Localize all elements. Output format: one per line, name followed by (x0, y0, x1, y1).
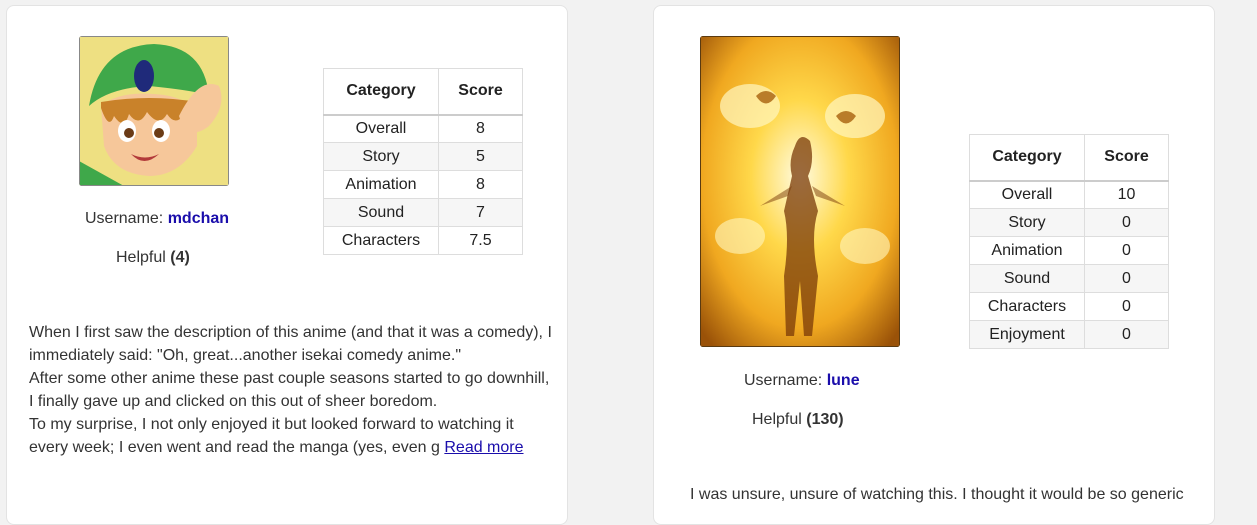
score-cell: 8 (438, 114, 523, 143)
table-row: Sound 0 (969, 264, 1169, 293)
helpful-count[interactable]: Helpful (4) (116, 249, 190, 267)
review-body: I was unsure, unsure of watching this. I… (690, 483, 1205, 506)
review-line-last: every week; I even went and read the man… (29, 436, 559, 459)
category-cell: Overall (323, 114, 439, 143)
review-line: I was unsure, unsure of watching this. I… (690, 486, 1184, 503)
review-card-2: Username: lune Helpful (130) Category Sc… (653, 5, 1215, 525)
user-avatar[interactable] (79, 36, 229, 186)
column-header-category: Category (323, 68, 439, 115)
table-row: Enjoyment 0 (969, 320, 1169, 349)
review-line: immediately said: "Oh, great...another i… (29, 347, 461, 364)
category-cell: Sound (969, 264, 1085, 293)
category-cell: Enjoyment (969, 320, 1085, 349)
table-row: Story 0 (969, 208, 1169, 237)
helpful-label: Helpful (116, 249, 166, 266)
username-link[interactable]: mdchan (168, 210, 229, 227)
score-cell: 10 (1084, 180, 1169, 209)
category-cell: Characters (969, 292, 1085, 321)
score-cell: 0 (1084, 264, 1169, 293)
anime-avatar-glowing-figure-icon (700, 36, 900, 347)
review-line: When I first saw the description of this… (29, 324, 552, 341)
table-row: Overall 8 (323, 114, 523, 143)
score-cell: 0 (1084, 208, 1169, 237)
score-cell: 0 (1084, 320, 1169, 349)
score-cell: 0 (1084, 292, 1169, 321)
review-body: When I first saw the description of this… (29, 321, 559, 459)
score-cell: 7 (438, 198, 523, 227)
anime-avatar-green-hat-boy-icon (79, 36, 229, 186)
username-line: Username: lune (744, 372, 860, 390)
username-label: Username: (744, 372, 823, 389)
username-link[interactable]: lune (827, 372, 860, 389)
helpful-number: (4) (170, 249, 190, 266)
table-row: Animation 8 (323, 170, 523, 199)
column-header-category: Category (969, 134, 1085, 181)
helpful-count[interactable]: Helpful (130) (752, 411, 844, 429)
helpful-number: (130) (806, 411, 844, 428)
score-cell: 7.5 (438, 226, 523, 255)
category-cell: Animation (323, 170, 439, 199)
score-cell: 5 (438, 142, 523, 171)
table-row: Overall 10 (969, 180, 1169, 209)
score-cell: 0 (1084, 236, 1169, 265)
table-row: Animation 0 (969, 236, 1169, 265)
column-header-score: Score (1084, 134, 1169, 181)
username-line: Username: mdchan (85, 210, 229, 228)
review-line: every week; I even went and read the man… (29, 439, 440, 456)
score-table: Category Score Overall 8 Story 5 Animation… (323, 68, 523, 255)
category-cell: Animation (969, 236, 1085, 265)
score-table: Category Score Overall 10 Story 0 Animatio… (969, 134, 1169, 349)
column-header-score: Score (438, 68, 523, 115)
category-cell: Story (969, 208, 1085, 237)
review-line: After some other anime these past couple… (29, 370, 550, 387)
review-card-1: Username: mdchan Helpful (4) Category Sc… (6, 5, 568, 525)
helpful-label: Helpful (752, 411, 802, 428)
category-cell: Characters (323, 226, 439, 255)
category-cell: Story (323, 142, 439, 171)
username-label: Username: (85, 210, 164, 227)
table-row: Story 5 (323, 142, 523, 171)
score-cell: 8 (438, 170, 523, 199)
review-line: To my surprise, I not only enjoyed it bu… (29, 416, 514, 433)
table-row: Characters 7.5 (323, 226, 523, 255)
table-row: Characters 0 (969, 292, 1169, 321)
read-more-link[interactable]: Read more (444, 439, 523, 456)
review-line: I finally gave up and clicked on this ou… (29, 393, 438, 410)
category-cell: Overall (969, 180, 1085, 209)
user-avatar[interactable] (700, 36, 900, 347)
category-cell: Sound (323, 198, 439, 227)
table-row: Sound 7 (323, 198, 523, 227)
